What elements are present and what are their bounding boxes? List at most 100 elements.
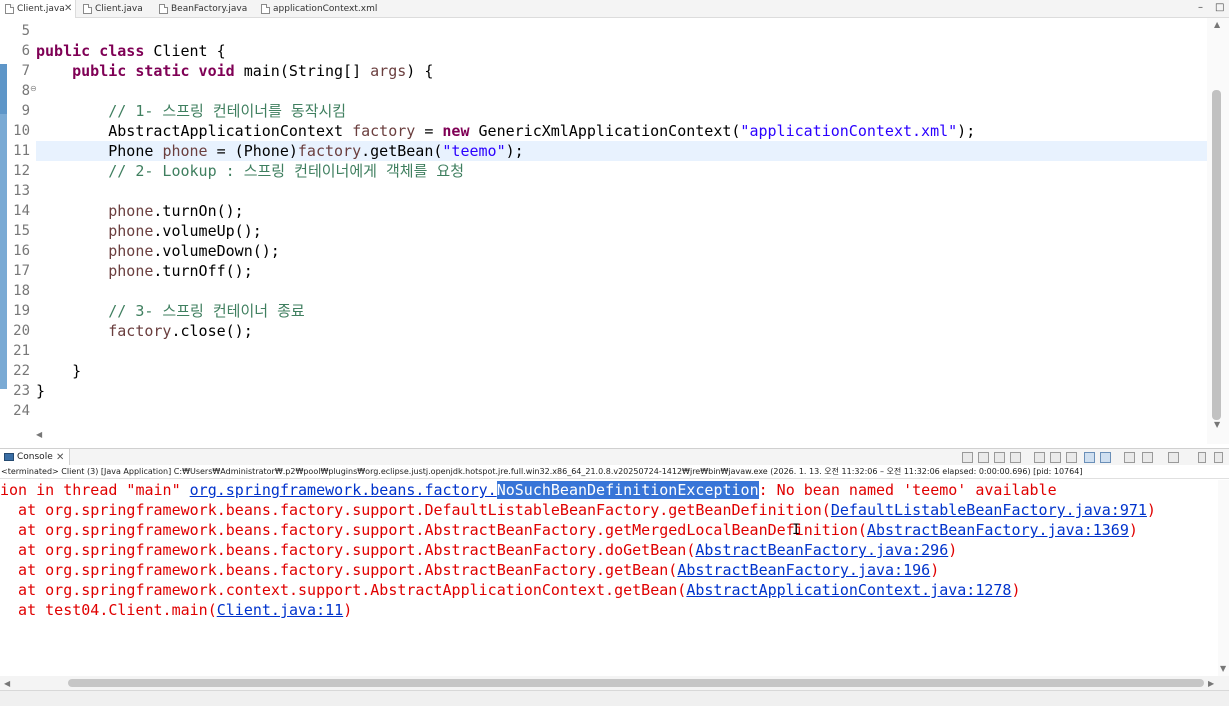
stack-trace-link[interactable]: Client.java:11 <box>217 601 343 619</box>
code-token: = <box>415 122 443 140</box>
code-token: ) { <box>406 62 434 80</box>
code-line[interactable] <box>36 281 1207 301</box>
show-console-stderr-icon[interactable] <box>1100 452 1111 463</box>
console-text: ) <box>1146 501 1156 519</box>
tab-console[interactable]: Console ✕ <box>0 449 70 466</box>
console-scroll-thumb[interactable] <box>68 679 1204 687</box>
scroll-up-icon[interactable]: ▲ <box>1214 20 1220 29</box>
close-tab-icon[interactable]: ✕ <box>64 0 72 18</box>
line-number: 21 <box>13 343 30 359</box>
code-line[interactable] <box>36 181 1207 201</box>
stack-trace-link[interactable]: NoSuchBeanDefinitionException <box>496 481 759 499</box>
code-token: phone <box>108 222 154 240</box>
change-marker <box>0 114 7 389</box>
code-line[interactable]: Phone phone = (Phone)factory.getBean("te… <box>36 141 1207 161</box>
copy-icon[interactable] <box>1034 452 1045 463</box>
editor-tab-label: BeanFactory.java <box>171 4 248 14</box>
line-number: 14 <box>13 203 30 219</box>
console-text: at org.springframework.beans.factory.sup… <box>0 521 867 539</box>
code-line[interactable] <box>36 401 1207 421</box>
editor-tab-client[interactable]: Client.java <box>78 0 154 18</box>
line-number: 24 <box>13 403 30 419</box>
code-token: args <box>370 62 407 80</box>
maximize-view-icon[interactable] <box>1214 452 1223 463</box>
fold-toggle-icon[interactable]: ⊖ <box>30 79 37 99</box>
editor-tab-applicationcontext[interactable]: applicationContext.xml <box>256 0 386 18</box>
open-console-icon[interactable] <box>1168 452 1179 463</box>
stack-trace-link[interactable]: AbstractBeanFactory.java:196 <box>677 561 930 579</box>
stack-trace-link[interactable]: DefaultListableBeanFactory.java:971 <box>831 501 1147 519</box>
editor-horizontal-scrollbar[interactable]: ◀ <box>30 428 1207 444</box>
editor-scroll-thumb[interactable] <box>1212 90 1221 420</box>
terminate-relaunch-icon[interactable] <box>962 452 973 463</box>
scroll-right-icon[interactable]: ▶ <box>1208 679 1214 688</box>
stack-trace-line: at org.springframework.context.support.A… <box>0 580 1020 600</box>
code-line[interactable]: AbstractApplicationContext factory = new… <box>36 121 1207 141</box>
console-vertical-scrollbar[interactable]: ▼ <box>1218 480 1229 676</box>
code-line[interactable]: // 2- Lookup : 스프링 컨테이너에게 객체를 요청 <box>36 161 1207 181</box>
code-line[interactable]: factory.close(); <box>36 321 1207 341</box>
code-line[interactable]: phone.volumeDown(); <box>36 241 1207 261</box>
code-token: main(String[] <box>234 62 371 80</box>
scroll-left-icon[interactable]: ◀ <box>4 679 10 688</box>
editor-tab-client-active[interactable]: Client.java ✕ <box>0 0 76 18</box>
code-line[interactable]: phone.turnOff(); <box>36 261 1207 281</box>
code-editor[interactable]: 5 6 7 8 9 10 11 12 13 14 15 16 17 18 19 20 21 22 23 24 publ… <box>0 18 1229 444</box>
scroll-down-icon[interactable]: ▼ <box>1214 420 1220 429</box>
terminate-icon[interactable] <box>978 452 989 463</box>
maximize-icon[interactable]: □ <box>1215 0 1224 18</box>
stack-trace-link[interactable]: AbstractApplicationContext.java:1278 <box>686 581 1011 599</box>
minimize-icon[interactable]: – <box>1198 0 1203 18</box>
code-line[interactable]: phone.volumeUp(); <box>36 221 1207 241</box>
java-file-icon <box>83 4 92 14</box>
console-text: : No bean named 'teemo' available <box>758 481 1057 499</box>
editor-tab-label: applicationContext.xml <box>273 4 378 14</box>
stack-trace-link[interactable]: AbstractBeanFactory.java:1369 <box>867 521 1129 539</box>
code-token: ); <box>505 142 524 160</box>
line-number: 16 <box>13 243 30 259</box>
pin-console-icon[interactable] <box>1124 452 1135 463</box>
code-line[interactable] <box>36 21 1207 41</box>
line-number: 8 <box>21 83 30 99</box>
stack-trace-link[interactable]: AbstractBeanFactory.java:296 <box>695 541 948 559</box>
status-bar <box>0 690 1229 706</box>
code-line[interactable]: phone.turnOn(); <box>36 201 1207 221</box>
code-line[interactable]: } <box>36 381 1207 401</box>
stack-trace-link[interactable]: org.springframework.beans.factory. <box>190 481 497 499</box>
code-line[interactable]: // 3- 스프링 컨테이너 종료 <box>36 301 1207 321</box>
code-token: factory <box>352 122 416 140</box>
word-wrap-icon[interactable] <box>1066 452 1077 463</box>
code-token: new <box>442 122 470 140</box>
editor-vertical-scrollbar[interactable]: ▲ ▼ <box>1207 18 1229 444</box>
code-line[interactable] <box>36 81 1207 101</box>
scroll-left-icon[interactable]: ◀ <box>36 430 42 439</box>
code-token: public class <box>36 42 145 60</box>
console-text: at org.springframework.context.support.A… <box>0 581 687 599</box>
remove-launch-icon[interactable] <box>994 452 1005 463</box>
editor-tab-beanfactory[interactable]: BeanFactory.java <box>154 0 254 18</box>
console-text: ) <box>948 541 958 559</box>
code-line[interactable]: // 1- 스프링 컨테이너를 동작시킴 <box>36 101 1207 121</box>
editor-tab-label: Client.java <box>17 4 65 14</box>
code-line[interactable]: public class Client { <box>36 41 1207 61</box>
scroll-down-icon[interactable]: ▼ <box>1220 664 1226 673</box>
console-horizontal-scrollbar[interactable]: ◀ ▶ <box>0 676 1229 690</box>
display-selected-console-icon[interactable] <box>1142 452 1153 463</box>
remove-all-terminated-icon[interactable] <box>1010 452 1021 463</box>
close-console-icon[interactable]: ✕ <box>56 449 64 466</box>
console-text: ion in thread "main" <box>0 481 190 499</box>
show-console-stdout-icon[interactable] <box>1084 452 1095 463</box>
code-line[interactable]: } <box>36 361 1207 381</box>
code-line[interactable] <box>36 341 1207 361</box>
code-line[interactable]: public static void main(String[] args) { <box>36 61 1207 81</box>
console-output[interactable]: I ion in thread "main" org.springframewo… <box>0 480 1218 676</box>
minimize-view-icon[interactable] <box>1198 452 1206 463</box>
console-text: at org.springframework.beans.factory.sup… <box>0 501 831 519</box>
editor-tab-bar: Client.java ✕ Client.java BeanFactory.ja… <box>0 0 1229 18</box>
scroll-lock-icon[interactable] <box>1050 452 1061 463</box>
